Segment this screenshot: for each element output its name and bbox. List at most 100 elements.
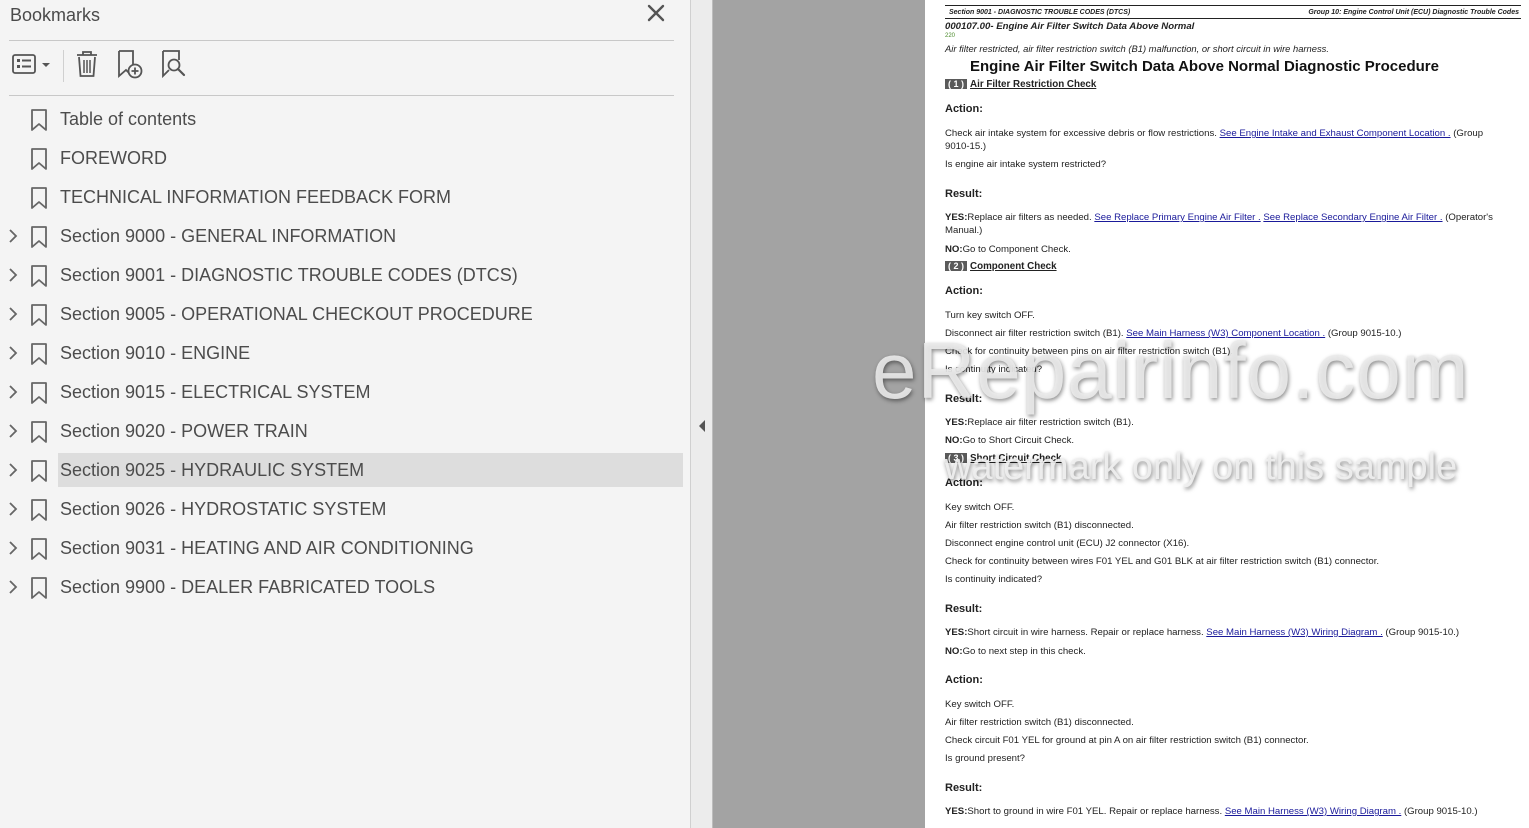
header-section: Section 9001 - DIAGNOSTIC TROUBLE CODES …: [949, 9, 1131, 16]
action-label: Action:: [945, 477, 983, 489]
step-number: ( 2 ): [945, 261, 968, 271]
bookmark-icon: [29, 381, 49, 405]
close-icon[interactable]: [645, 2, 667, 24]
bookmark-label: Section 9000 - GENERAL INFORMATION: [60, 226, 397, 246]
bookmark-item[interactable]: TECHNICAL INFORMATION FEEDBACK FORM: [0, 179, 691, 218]
action-text: Air filter restriction switch (B1) disco…: [945, 520, 1134, 531]
no-label: NO:: [945, 646, 963, 657]
yes-label: YES:: [945, 212, 968, 223]
chevron-right-icon[interactable]: [5, 501, 21, 517]
bookmark-icon: [29, 537, 49, 561]
bookmark-label: Section 9031 - HEATING AND AIR CONDITION…: [60, 538, 474, 558]
result-no: NO:Go to Component Check.: [945, 244, 1071, 255]
trash-icon: [73, 49, 101, 84]
chevron-right-icon[interactable]: [5, 462, 21, 478]
step-title[interactable]: Short Circuit Check: [970, 453, 1061, 464]
chevron-right-icon[interactable]: [5, 384, 21, 400]
divider: [9, 95, 674, 96]
bookmark-item[interactable]: FOREWORD: [0, 140, 691, 179]
link-harness-component-location[interactable]: See Main Harness (W3) Component Location…: [1126, 328, 1325, 339]
action-label: Action:: [945, 103, 983, 115]
result-yes-cont: Manual.): [945, 225, 983, 236]
bookmark-label: Section 9001 - DIAGNOSTIC TROUBLE CODES …: [60, 265, 518, 285]
text: Check air intake system for excessive de…: [945, 128, 1220, 139]
bookmark-item[interactable]: Section 9026 - HYDROSTATIC SYSTEM: [0, 491, 691, 530]
bookmark-icon: [29, 108, 49, 132]
no-label: NO:: [945, 435, 963, 446]
find-bookmark-button[interactable]: [155, 49, 191, 82]
text: Replace air filters as needed.: [967, 212, 1095, 223]
link-harness-wiring-diagram[interactable]: See Main Harness (W3) Wiring Diagram .: [1225, 806, 1401, 817]
toolbar-separator: [63, 50, 64, 82]
action-text: Key switch OFF.: [945, 502, 1015, 513]
link-primary-air-filter[interactable]: See Replace Primary Engine Air Filter .: [1094, 212, 1260, 223]
chevron-right-icon[interactable]: [5, 579, 21, 595]
chevron-right-icon[interactable]: [5, 267, 21, 283]
bookmark-item[interactable]: Section 9900 - DEALER FABRICATED TOOLS: [0, 569, 691, 608]
chevron-right-icon[interactable]: [5, 345, 21, 361]
bookmark-label: Section 9020 - POWER TRAIN: [60, 421, 308, 441]
bookmark-item[interactable]: Section 9020 - POWER TRAIN: [0, 413, 691, 452]
bookmark-item[interactable]: Section 9010 - ENGINE: [0, 335, 691, 374]
dtc-subtitle: 000107.00- Engine Air Filter Switch Data…: [945, 21, 1195, 32]
panel-title: Bookmarks: [10, 5, 101, 25]
text: (Group: [1450, 128, 1484, 139]
bookmark-label: TECHNICAL INFORMATION FEEDBACK FORM: [60, 187, 452, 207]
no-label: NO:: [945, 244, 963, 255]
link-secondary-air-filter[interactable]: See Replace Secondary Engine Air Filter …: [1263, 212, 1442, 223]
bookmark-item[interactable]: Section 9015 - ELECTRICAL SYSTEM: [0, 374, 691, 413]
bookmark-label: Section 9015 - ELECTRICAL SYSTEM: [60, 382, 371, 402]
document-page: Section 9001 - DIAGNOSTIC TROUBLE CODES …: [925, 0, 1529, 828]
bookmark-icon: [29, 264, 49, 288]
page-header: Section 9001 - DIAGNOSTIC TROUBLE CODES …: [945, 5, 1521, 19]
procedure-title: Engine Air Filter Switch Data Above Norm…: [970, 58, 1439, 75]
delete-bookmark-button[interactable]: [70, 50, 104, 82]
action-text: Disconnect air filter restriction switch…: [945, 328, 1401, 339]
collapse-panel-icon[interactable]: [697, 418, 707, 434]
bookmark-label: Section 9900 - DEALER FABRICATED TOOLS: [60, 577, 436, 597]
text: Disconnect air filter restriction switch…: [945, 328, 1127, 339]
step-number: ( 1 ): [945, 79, 968, 89]
header-group: Group 10: Engine Control Unit (ECU) Diag…: [1308, 9, 1519, 16]
options-button[interactable]: [9, 50, 55, 82]
bookmark-icon: [29, 225, 49, 249]
panel-splitter[interactable]: [691, 0, 713, 828]
chevron-right-icon[interactable]: [5, 228, 21, 244]
chevron-right-icon[interactable]: [5, 423, 21, 439]
bookmark-item[interactable]: Section 9005 - OPERATIONAL CHECKOUT PROC…: [0, 296, 691, 335]
step-title[interactable]: Component Check: [970, 261, 1057, 272]
action-label: Action:: [945, 674, 983, 686]
result-label: Result:: [945, 603, 983, 615]
text: Replace air filter restriction switch (B…: [967, 417, 1134, 428]
question-text: Is ground present?: [945, 753, 1026, 764]
action-text: 9010-15.): [945, 141, 987, 152]
bookmark-item[interactable]: Section 9000 - GENERAL INFORMATION: [0, 218, 691, 257]
bookmark-item[interactable]: Section 9001 - DIAGNOSTIC TROUBLE CODES …: [0, 257, 691, 296]
text: Short to ground in wire F01 YEL. Repair …: [967, 806, 1225, 817]
bookmark-label: Section 9026 - HYDROSTATIC SYSTEM: [60, 499, 387, 519]
bookmark-icon: [29, 303, 49, 327]
chevron-right-icon[interactable]: [5, 306, 21, 322]
bookmark-label: Section 9010 - ENGINE: [60, 343, 251, 363]
text: Go to Short Circuit Check.: [962, 435, 1075, 446]
yes-label: YES:: [945, 417, 968, 428]
action-text: Check air intake system for excessive de…: [945, 128, 1483, 139]
link-engine-intake[interactable]: See Engine Intake and Exhaust Component …: [1220, 128, 1451, 139]
link-harness-wiring-diagram[interactable]: See Main Harness (W3) Wiring Diagram .: [1206, 627, 1382, 638]
result-label: Result:: [945, 393, 983, 405]
add-bookmark-icon: [113, 48, 145, 85]
bookmark-list: Table of contents FOREWORD TECHNICAL INFOR…: [0, 101, 691, 608]
text: (Group 9015-10.): [1401, 806, 1478, 817]
bookmark-icon: [29, 576, 49, 600]
result-yes: YES:Short to ground in wire F01 YEL. Rep…: [945, 806, 1478, 817]
bookmark-item[interactable]: Table of contents: [0, 101, 691, 140]
text: (Group 9015-10.): [1382, 627, 1460, 638]
add-bookmark-button[interactable]: [111, 48, 147, 85]
chevron-right-icon[interactable]: [5, 540, 21, 556]
bookmark-item[interactable]: Section 9025 - HYDRAULIC SYSTEM: [0, 452, 691, 491]
result-no: NO:Go to Short Circuit Check.: [945, 435, 1074, 446]
yes-label: YES:: [945, 627, 968, 638]
bookmark-item[interactable]: Section 9031 - HEATING AND AIR CONDITION…: [0, 530, 691, 569]
step-title[interactable]: Air Filter Restriction Check: [970, 79, 1096, 90]
question-text: Is continuity indicated?: [945, 574, 1043, 585]
